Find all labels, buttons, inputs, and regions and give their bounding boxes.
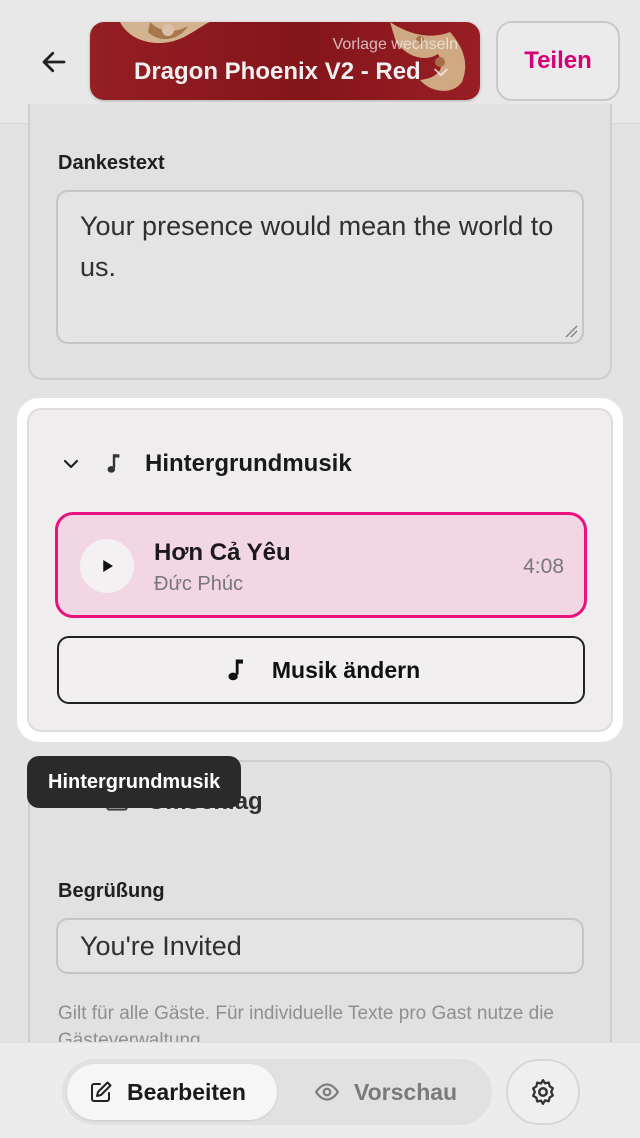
tab-edit[interactable]: Bearbeiten <box>67 1064 277 1120</box>
page: Vorlage wechseln Dragon Phoenix V2 - Red… <box>0 0 640 1138</box>
play-icon <box>103 560 113 572</box>
gear-icon <box>532 1079 554 1105</box>
template-name-row: Dragon Phoenix V2 - Red <box>134 58 451 86</box>
change-music-button[interactable]: Musik ändern <box>57 636 585 704</box>
change-music-label: Musik ändern <box>271 656 421 683</box>
eye-icon <box>314 1083 340 1101</box>
tab-preview[interactable]: Vorschau <box>292 1064 487 1120</box>
bottom-toolbar: Bearbeiten Vorschau <box>0 1042 640 1138</box>
thanks-textarea[interactable]: Your presence would mean the world to us… <box>56 190 584 344</box>
share-button[interactable]: Teilen <box>496 21 620 101</box>
thanks-label: Dankestext <box>58 152 165 174</box>
mode-switch: Bearbeiten Vorschau <box>62 1059 492 1125</box>
track-title: Hơn Cả Yêu <box>154 539 291 566</box>
chevron-down-icon <box>63 459 79 469</box>
track-duration: 4:08 <box>523 555 564 578</box>
tab-preview-label: Vorschau <box>354 1078 458 1105</box>
music-note-icon <box>107 454 120 473</box>
arrow-left-icon <box>42 51 66 73</box>
cover-section: Umschlag Begrüßung You're Invited Gilt f… <box>28 760 612 1080</box>
tab-edit-label: Bearbeiten <box>127 1078 246 1105</box>
template-name: Dragon Phoenix V2 - Red <box>134 58 421 85</box>
music-highlight: Hintergrundmusik Hơn Cả Yêu Đức Phúc 4:0… <box>17 398 623 742</box>
pencil-square-icon <box>91 1081 112 1102</box>
tooltip: Hintergrundmusik <box>27 756 242 808</box>
back-button[interactable] <box>34 42 74 82</box>
greeting-label: Begrüßung <box>58 880 165 902</box>
track-artist: Đức Phúc <box>154 573 243 595</box>
chevron-down-icon <box>433 68 448 77</box>
greeting-input[interactable]: You're Invited <box>56 918 584 974</box>
template-switch-label: Vorlage wechseln <box>332 36 458 53</box>
play-button[interactable] <box>80 539 134 593</box>
greeting-value: You're Invited <box>80 930 242 961</box>
thanks-text: Your presence would mean the world to us… <box>80 211 554 282</box>
music-section-title: Hintergrundmusik <box>145 450 352 477</box>
music-section: Hintergrundmusik Hơn Cả Yêu Đức Phúc 4:0… <box>27 408 613 732</box>
selected-track[interactable]: Hơn Cả Yêu Đức Phúc 4:08 <box>55 512 587 618</box>
music-section-header[interactable]: Hintergrundmusik <box>59 450 352 478</box>
settings-button[interactable] <box>506 1059 580 1125</box>
resize-handle-icon[interactable] <box>564 324 578 338</box>
thanks-section: Dankestext Your presence would mean the … <box>28 104 612 380</box>
template-switcher[interactable]: Vorlage wechseln Dragon Phoenix V2 - Red <box>90 22 480 100</box>
music-note-icon <box>228 659 243 681</box>
